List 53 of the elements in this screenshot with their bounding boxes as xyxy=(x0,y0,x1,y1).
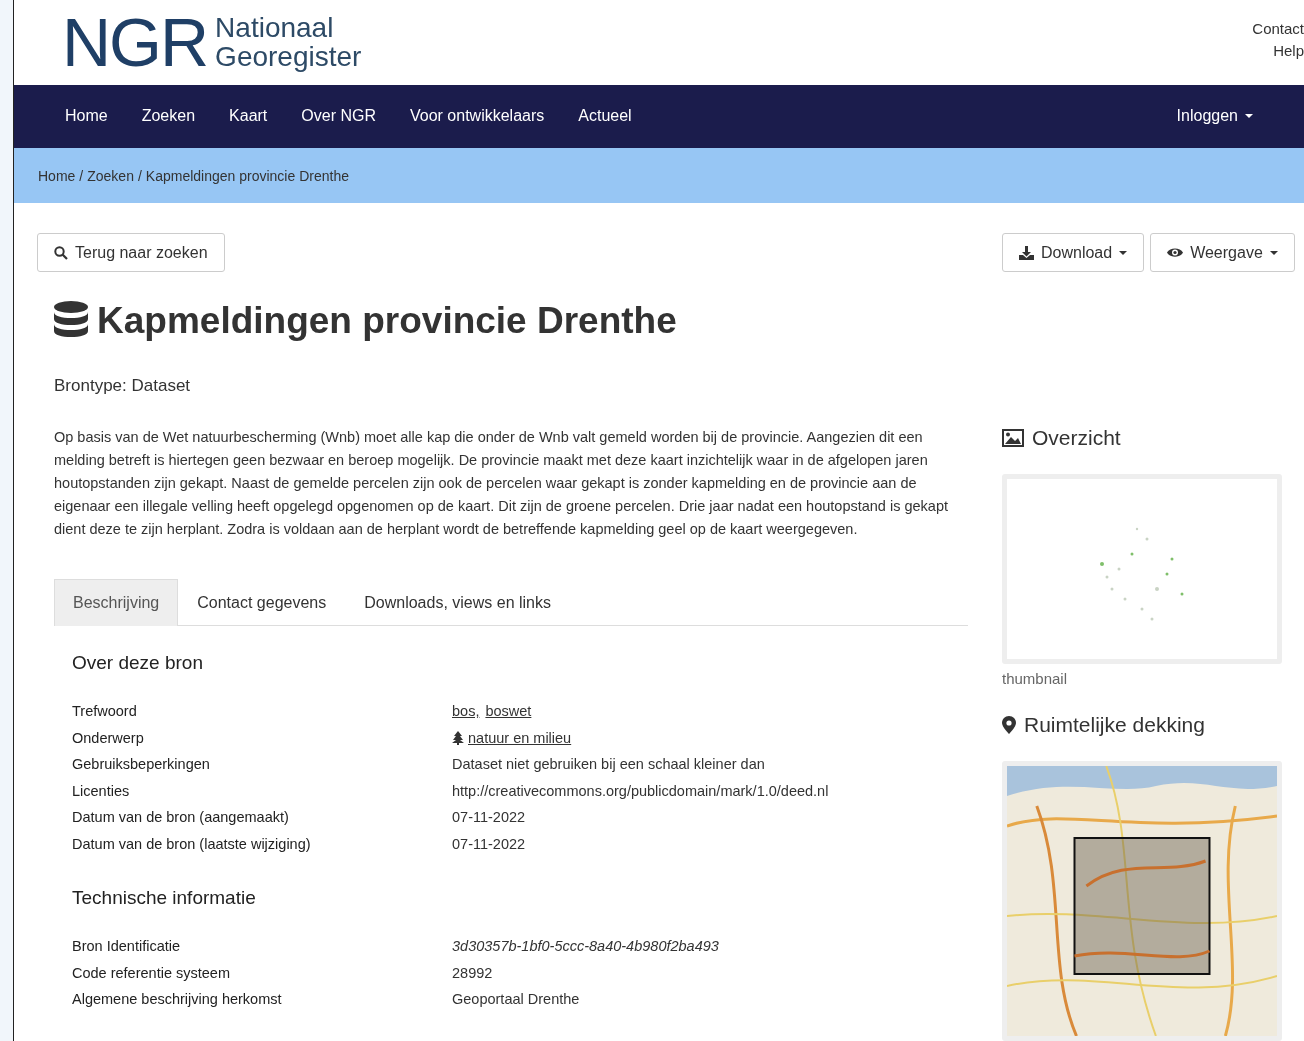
description: Op basis van de Wet natuurbescherming (Wnb) moet alle kap die onder de Wnb valt gemeld worden bij de provincie. Aangezien dit een melding betreft is hiertegen geen bezwaar en beroep mogelijk. De provincie maakt met deze kaart inzichtelijk waar in de afgelopen jaren houtopstanden zijn gekapt. Naast de gemelde percelen zijn ook de percelen waar gekapt is zonder kapmelding en de provincie aan de eigenaar een illegale velling heeft opgelegd opgenomen op de kaart. Dit zijn de groene percelen. Drie jaar nadat een houtopstand is gekapt dient deze te zijn herplant. Zodra is voldaan aan de herplant wordt de betreffende kapmelding geel op de kaart weergegeven. xyxy=(54,428,949,539)
field-value: Geoportaal Drenthe xyxy=(452,990,580,1009)
top-link[interactable]: Help xyxy=(1273,40,1304,62)
field-value: 07-11-2022 xyxy=(452,808,526,827)
field-label: Algemene beschrijving herkomst xyxy=(72,990,283,1009)
eye-icon xyxy=(1167,247,1184,258)
field-label: Datum van de bron (laatste wijziging) xyxy=(72,834,312,854)
field-label: Code referentie systeem xyxy=(72,963,231,983)
breadcrumb-separator: / xyxy=(79,167,84,184)
nav-item[interactable]: Over NGR xyxy=(284,107,393,126)
field-label: Trefwoord xyxy=(72,702,138,721)
breadcrumb-link[interactable]: Zoeken xyxy=(87,167,134,184)
nav-item[interactable]: Kaart xyxy=(212,107,285,126)
map-pin-icon xyxy=(1002,716,1016,734)
overview-heading: Overzicht xyxy=(1002,426,1302,450)
field-value: 28992 xyxy=(452,963,493,983)
field-label: Datum van de bron (aangemaakt) xyxy=(72,808,290,827)
back-button[interactable]: Terug naar zoeken xyxy=(37,233,225,272)
field-label: Onderwerp xyxy=(72,728,145,748)
keyword-link[interactable]: bos, xyxy=(452,698,480,725)
nav-item[interactable]: Zoeken xyxy=(124,107,213,126)
tab[interactable]: Downloads, views en links xyxy=(345,579,570,626)
source-type: Brontype: Dataset xyxy=(54,376,192,396)
coverage-heading: Ruimtelijke dekking xyxy=(1002,713,1302,737)
nav-item[interactable]: Home xyxy=(48,107,125,126)
image-icon xyxy=(1002,429,1024,447)
tab[interactable]: Contact gegevens xyxy=(178,579,346,626)
field-label: Bron Identificatie xyxy=(72,937,181,956)
field-value: 3d30357b-1bf0-5ccc-8a40-4b980f2ba493 xyxy=(452,937,719,956)
breadcrumb-separator: / xyxy=(137,167,142,184)
top-link[interactable]: Contact xyxy=(1252,18,1304,40)
nav-item[interactable]: Actueel xyxy=(561,107,649,126)
nav-item[interactable]: Voor ontwikkelaars xyxy=(393,107,562,126)
section-heading: Over deze bron xyxy=(72,652,204,674)
page-title: Kapmeldingen provincie Drenthe xyxy=(53,300,968,342)
login-menu[interactable]: Inloggen xyxy=(1159,107,1270,126)
view-button[interactable]: Weergave xyxy=(1150,233,1295,272)
download-icon xyxy=(1019,245,1034,260)
search-icon xyxy=(54,245,68,260)
tab[interactable]: Beschrijving xyxy=(54,579,179,626)
field-label: Gebruiksbeperkingen xyxy=(72,755,211,774)
breadcrumb-link[interactable]: Home xyxy=(38,167,76,184)
topic-link[interactable]: natuur en milieu xyxy=(452,724,572,751)
field-label: Licenties xyxy=(72,781,131,801)
field-value: 07-11-2022 xyxy=(452,834,526,854)
download-button[interactable]: Download xyxy=(1002,233,1145,272)
section-heading: Technische informatie xyxy=(72,887,257,909)
field-value: Dataset niet gebruiken bij een schaal kleiner dan xyxy=(452,755,765,774)
keyword-link[interactable]: boswet xyxy=(485,698,532,725)
field-value: http://creativecommons.org/publicdomain/mark/1.0/deed.nl xyxy=(452,781,829,801)
breadcrumb-link[interactable]: Kapmeldingen provincie Drenthe xyxy=(145,167,349,184)
tree-icon xyxy=(452,730,464,745)
image-caption: thumbnail xyxy=(1002,670,1069,687)
